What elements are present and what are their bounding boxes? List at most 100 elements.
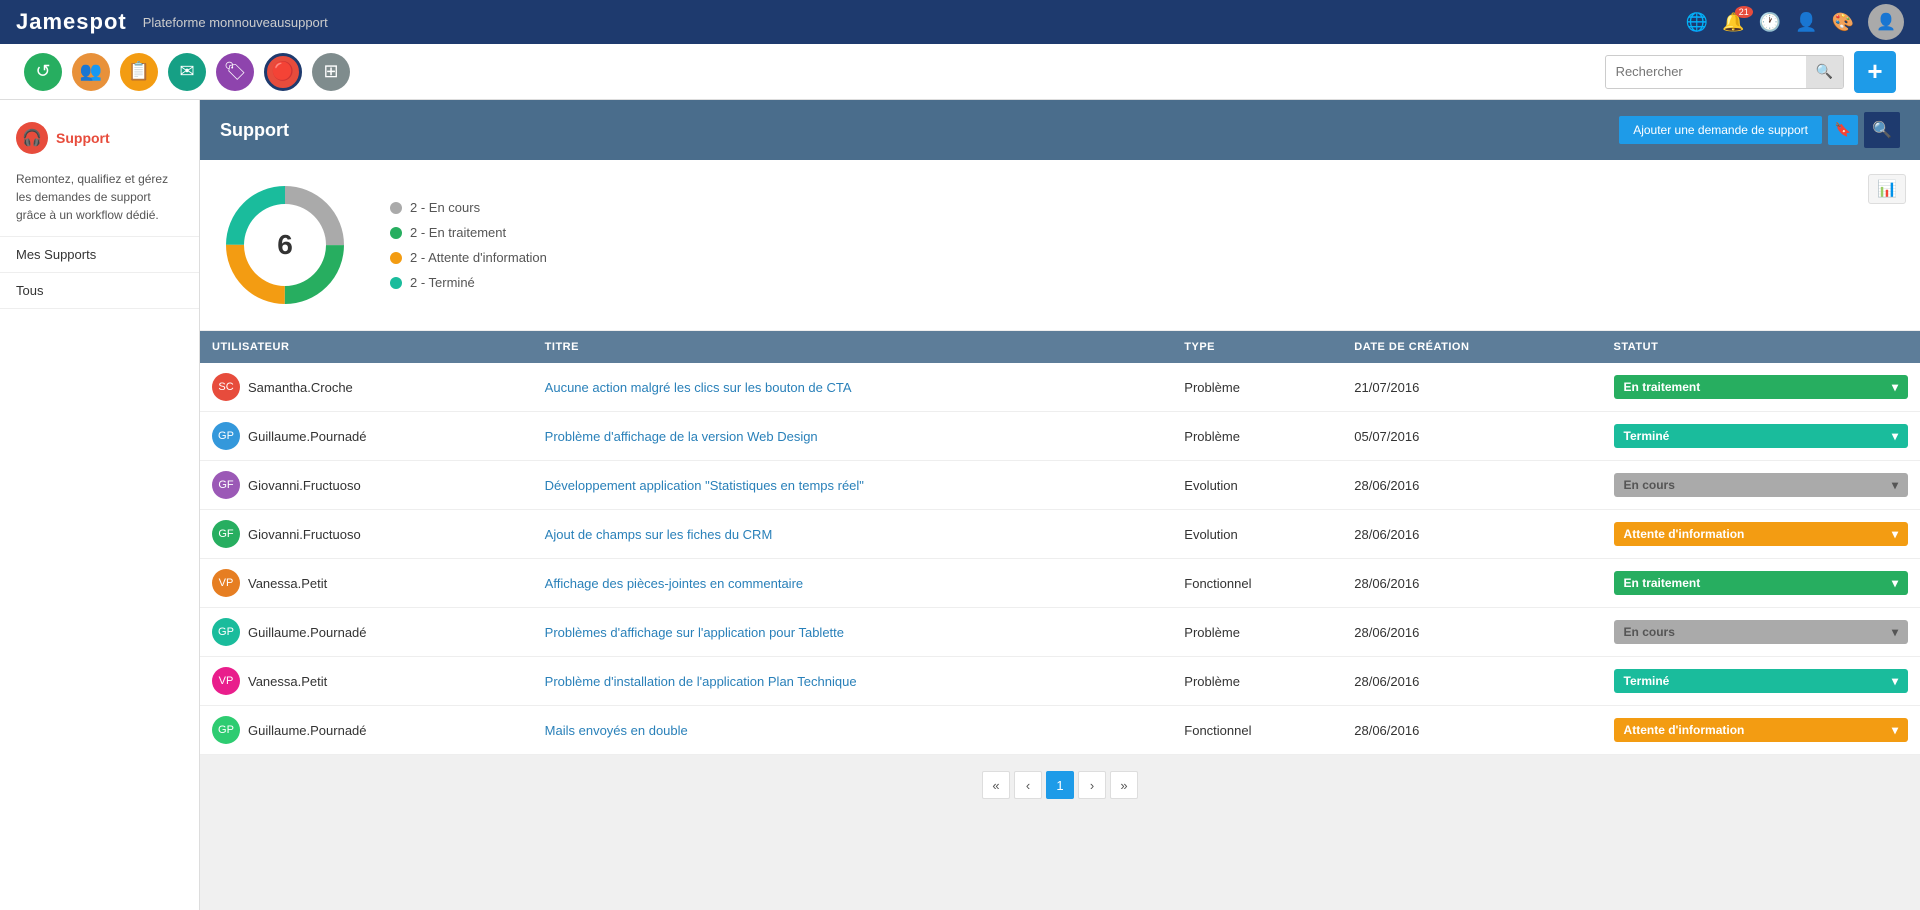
add-support-button[interactable]: Ajouter une demande de support — [1619, 116, 1822, 144]
status-label: En cours — [1624, 478, 1675, 492]
cell-date: 28/06/2016 — [1342, 461, 1601, 510]
top-nav-left: Jamespot Plateforme monnouveausupport — [16, 9, 328, 35]
page-prev-button[interactable]: ‹ — [1014, 771, 1042, 799]
col-statut: Statut — [1602, 331, 1920, 363]
ticket-title-link[interactable]: Mails envoyés en double — [545, 723, 688, 738]
status-label: Attente d'information — [1624, 527, 1745, 541]
clock-icon[interactable]: 🕐 — [1759, 12, 1781, 33]
support-table: Utilisateur Titre Type Date de création … — [200, 331, 1920, 755]
users-icon[interactable]: 👥 — [72, 53, 110, 91]
user-name: Guillaume.Pournadé — [248, 723, 367, 738]
page-current-button[interactable]: 1 — [1046, 771, 1074, 799]
bookmark-button[interactable]: 🔖 — [1828, 115, 1858, 145]
legend-en-traitement: 2 - En traitement — [390, 225, 547, 240]
status-badge[interactable]: En traitement ▾ — [1614, 571, 1908, 595]
support-icon[interactable]: 🔴 — [264, 53, 302, 91]
cell-title: Ajout de champs sur les fiches du CRM — [533, 510, 1173, 559]
status-chevron-icon: ▾ — [1892, 527, 1898, 541]
cell-date: 21/07/2016 — [1342, 363, 1601, 412]
ticket-title-link[interactable]: Ajout de champs sur les fiches du CRM — [545, 527, 773, 542]
ticket-title-link[interactable]: Problèmes d'affichage sur l'application … — [545, 625, 844, 640]
user-avatar-2: GF — [212, 471, 240, 499]
notifications-icon[interactable]: 🔔 21 — [1722, 12, 1744, 33]
ticket-title-link[interactable]: Affichage des pièces-jointes en commenta… — [545, 576, 803, 591]
status-badge[interactable]: Terminé ▾ — [1614, 669, 1908, 693]
chart-legend: 2 - En cours 2 - En traitement 2 - Atten… — [390, 200, 547, 290]
legend-label-termine: 2 - Terminé — [410, 275, 475, 290]
legend-en-cours: 2 - En cours — [390, 200, 547, 215]
table-section: Utilisateur Titre Type Date de création … — [200, 331, 1920, 755]
cell-type: Fonctionnel — [1172, 706, 1342, 755]
cell-date: 28/06/2016 — [1342, 706, 1601, 755]
chart-export-button[interactable]: 📊 — [1868, 174, 1906, 204]
ticket-title-link[interactable]: Problème d'affichage de la version Web D… — [545, 429, 818, 444]
user-avatar-0: SC — [212, 373, 240, 401]
legend-label-attente: 2 - Attente d'information — [410, 250, 547, 265]
table-row: VP Vanessa.Petit Problème d'installation… — [200, 657, 1920, 706]
col-type: Type — [1172, 331, 1342, 363]
tag-icon[interactable]: 🏷 — [216, 53, 254, 91]
ticket-title-link[interactable]: Problème d'installation de l'application… — [545, 674, 857, 689]
main-layout: 🎧 Support Remontez, qualifiez et gérez l… — [0, 100, 1920, 910]
user-avatar-4: VP — [212, 569, 240, 597]
sidebar-header: 🎧 Support — [0, 110, 199, 162]
content-header: Support Ajouter une demande de support 🔖… — [200, 100, 1920, 160]
cell-status: Attente d'information ▾ — [1602, 706, 1920, 755]
user-avatar-1: GP — [212, 422, 240, 450]
page-first-button[interactable]: « — [982, 771, 1010, 799]
table-row: VP Vanessa.Petit Affichage des pièces-jo… — [200, 559, 1920, 608]
chart-section: 6 2 - En cours 2 - En traitement 2 - Att… — [200, 160, 1920, 331]
grid-icon[interactable]: ⊞ — [312, 53, 350, 91]
globe-icon[interactable]: 🌐 — [1686, 12, 1708, 33]
cell-user: GP Guillaume.Pournadé — [200, 706, 533, 755]
search-bar: 🔍 — [1605, 55, 1844, 89]
cell-date: 05/07/2016 — [1342, 412, 1601, 461]
sidebar-item-tous[interactable]: Tous — [0, 273, 199, 309]
status-chevron-icon: ▾ — [1892, 429, 1898, 443]
cell-status: En cours ▾ — [1602, 608, 1920, 657]
user-avatar-6: VP — [212, 667, 240, 695]
search-content-button[interactable]: 🔍 — [1864, 112, 1900, 148]
app-logo: Jamespot — [16, 9, 127, 35]
search-input[interactable] — [1606, 64, 1806, 79]
user-avatar[interactable]: 👤 — [1868, 4, 1904, 40]
user-avatar-3: GF — [212, 520, 240, 548]
cell-status: Attente d'information ▾ — [1602, 510, 1920, 559]
top-navigation: Jamespot Plateforme monnouveausupport 🌐 … — [0, 0, 1920, 44]
status-badge[interactable]: En traitement ▾ — [1614, 375, 1908, 399]
cell-type: Evolution — [1172, 461, 1342, 510]
status-chevron-icon: ▾ — [1892, 576, 1898, 590]
donut-chart: 6 — [220, 180, 350, 310]
add-button[interactable]: + — [1854, 51, 1896, 93]
status-label: En traitement — [1624, 576, 1701, 590]
table-row: GF Giovanni.Fructuoso Développement appl… — [200, 461, 1920, 510]
user-name: Vanessa.Petit — [248, 674, 327, 689]
col-titre: Titre — [533, 331, 1173, 363]
cell-date: 28/06/2016 — [1342, 559, 1601, 608]
status-badge[interactable]: En cours ▾ — [1614, 620, 1908, 644]
cell-title: Aucune action malgré les clics sur les b… — [533, 363, 1173, 412]
legend-dot-orange — [390, 252, 402, 264]
cell-user: GF Giovanni.Fructuoso — [200, 461, 533, 510]
page-last-button[interactable]: » — [1110, 771, 1138, 799]
ticket-title-link[interactable]: Aucune action malgré les clics sur les b… — [545, 380, 852, 395]
search-button[interactable]: 🔍 — [1806, 55, 1843, 89]
platform-name: Plateforme monnouveausupport — [143, 15, 328, 30]
status-badge[interactable]: En cours ▾ — [1614, 473, 1908, 497]
form-icon[interactable]: 📋 — [120, 53, 158, 91]
legend-attente: 2 - Attente d'information — [390, 250, 547, 265]
sidebar-item-mes-supports[interactable]: Mes Supports — [0, 237, 199, 273]
status-badge[interactable]: Terminé ▾ — [1614, 424, 1908, 448]
pagination: « ‹ 1 › » — [200, 755, 1920, 815]
page-next-button[interactable]: › — [1078, 771, 1106, 799]
status-badge[interactable]: Attente d'information ▾ — [1614, 522, 1908, 546]
mail-icon[interactable]: ✉ — [168, 53, 206, 91]
sidebar-description: Remontez, qualifiez et gérez les demande… — [0, 162, 199, 237]
palette-icon[interactable]: 🎨 — [1832, 12, 1854, 33]
refresh-icon[interactable]: ↺ — [24, 53, 62, 91]
chart-total: 6 — [277, 229, 293, 261]
user-icon[interactable]: 👤 — [1795, 12, 1817, 33]
user-name: Samantha.Croche — [248, 380, 353, 395]
status-badge[interactable]: Attente d'information ▾ — [1614, 718, 1908, 742]
ticket-title-link[interactable]: Développement application "Statistiques … — [545, 478, 864, 493]
